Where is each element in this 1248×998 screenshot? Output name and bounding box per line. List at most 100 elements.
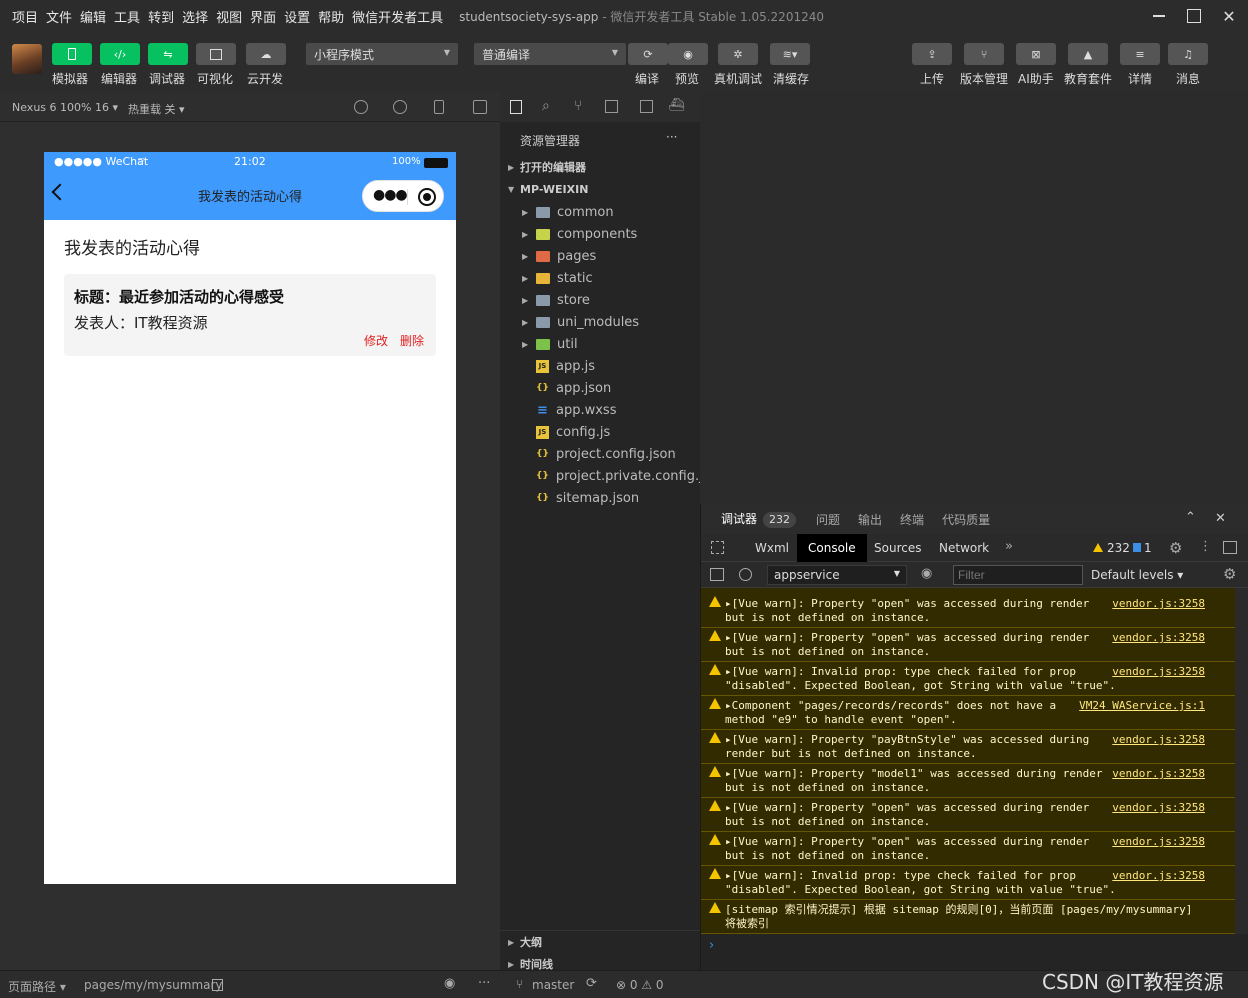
page-path-select[interactable]: 页面路径 ▾ [8,978,66,995]
console-log-row[interactable]: ▸Component "pages/records/records" does … [701,696,1235,730]
project-root-section[interactable]: ▼ MP-WEIXIN [500,178,700,200]
education-kit-button[interactable]: ▲ [1068,43,1108,65]
version-control-button[interactable]: ⑂ [964,43,1004,65]
hot-reload-select[interactable]: 热重载 关 ▾ [128,101,185,117]
console-settings-gear-icon[interactable]: ⚙ [1223,565,1236,583]
menu-item-settings[interactable]: 设置 [284,7,310,26]
tree-folder-components[interactable]: ▶ components [500,223,700,245]
console-scrollbar[interactable] [1235,588,1248,934]
simulator-toggle-button[interactable] [52,43,92,65]
edit-link[interactable]: 修改 [364,332,388,349]
details-button[interactable]: ≡ [1120,43,1160,65]
tab-debugger[interactable]: 调试器 232 [721,510,797,528]
summary-card[interactable]: 标题：最近参加活动的心得感受 发表人：IT教程资源 修改 删除 [64,274,436,356]
compile-button[interactable]: ⟳ [628,43,668,65]
more-panels-icon[interactable]: » [1005,539,1013,554]
menu-item-select[interactable]: 选择 [182,7,208,26]
menu-item-wechat-devtools[interactable]: 微信开发者工具 [352,7,443,26]
panel-tab-wxml[interactable]: Wxml [755,541,789,555]
tree-file-config-js[interactable]: JS config.js [500,421,700,443]
search-icon[interactable]: ⌕ [542,98,550,114]
popout-icon[interactable] [473,100,487,114]
debugger-toggle-button[interactable]: ⇋ [148,43,188,65]
tab-terminal[interactable]: 终端 [900,511,924,528]
warning-count[interactable]: 232 [1107,541,1130,555]
console-log-row[interactable]: ▸[Vue warn]: Property "open" was accesse… [701,832,1235,866]
device-select[interactable]: Nexus 6 100% 16 ▾ [12,101,118,114]
more-dots-icon[interactable]: ●●● [373,187,408,203]
tree-file-sitemap[interactable]: {} sitemap.json [500,487,700,509]
menu-item-goto[interactable]: 转到 [148,7,174,26]
tree-file-app-wxss[interactable]: ≡ app.wxss [500,399,700,421]
console-log-row[interactable]: ▸[Vue warn]: Invalid prop: type check fa… [701,866,1235,900]
panel-tab-console[interactable]: Console [797,534,867,562]
tree-file-app-js[interactable]: JS app.js [500,355,700,377]
tree-folder-uni-modules[interactable]: ▶ uni_modules [500,311,700,333]
log-source-link[interactable]: vendor.js:3258 [1112,631,1205,645]
tree-file-project-private-config[interactable]: {} project.private.config.js... [500,465,700,487]
log-source-link[interactable]: vendor.js:3258 [1112,767,1205,781]
log-source-link[interactable]: vendor.js:3258 [1112,733,1205,747]
mode-select[interactable]: 小程序模式 ▼ [306,43,458,65]
tab-problems[interactable]: 问题 [816,511,840,528]
log-source-link[interactable]: vendor.js:3258 [1112,597,1205,611]
log-levels-select[interactable]: Default levels ▾ [1091,568,1183,582]
menu-item-tools[interactable]: 工具 [114,7,140,26]
console-prompt[interactable]: › [701,934,1248,970]
menu-item-view[interactable]: 视图 [216,7,242,26]
editor-toggle-button[interactable]: ‹/› [100,43,140,65]
log-source-link[interactable]: vendor.js:3258 [1112,801,1205,815]
extensions-icon[interactable] [605,100,618,113]
explorer-more-button[interactable]: ··· [666,130,677,144]
context-select[interactable]: appservice ▼ [767,565,907,585]
menu-item-edit[interactable]: 编辑 [80,7,106,26]
cloud-dev-button[interactable]: ☁ [246,43,286,65]
tree-folder-pages[interactable]: ▶ pages [500,245,700,267]
tab-code-quality[interactable]: 代码质量 [942,511,990,528]
compile-mode-select[interactable]: 普通编译 ▼ [474,43,626,65]
maximize-button[interactable] [1177,0,1211,32]
collapse-panel-icon[interactable]: ⌃ [1185,510,1196,525]
stop-icon[interactable] [393,100,407,114]
messages-button[interactable]: ♫ [1168,43,1208,65]
tree-file-app-json[interactable]: {} app.json [500,377,700,399]
delete-link[interactable]: 删除 [400,332,424,349]
ai-assistant-button[interactable]: ⊠ [1016,43,1056,65]
files-icon[interactable] [510,100,522,114]
menu-item-file[interactable]: 文件 [46,7,72,26]
sidebar-toggle-icon[interactable] [710,568,724,581]
info-count[interactable]: 1 [1144,541,1152,555]
kebab-menu-icon[interactable]: ⋮ [1199,539,1212,554]
inspect-element-icon[interactable] [711,541,724,554]
dock-icon[interactable] [1223,541,1237,554]
visual-toggle-button[interactable] [196,43,236,65]
close-window-button[interactable]: ✕ [1212,0,1246,32]
back-arrow-icon[interactable] [51,183,69,201]
clear-cache-button[interactable]: ≋▾ [770,43,810,65]
open-editors-section[interactable]: ▶ 打开的编辑器 [500,156,700,178]
console-log-row[interactable]: [sitemap 索引情况提示] 根据 sitemap 的规则[0]，当前页面 … [701,900,1235,934]
log-source-link[interactable]: vendor.js:3258 [1112,665,1205,679]
panel-tab-network[interactable]: Network [939,541,989,555]
log-source-link[interactable]: vendor.js:3258 [1112,835,1205,849]
clear-console-icon[interactable] [739,568,752,581]
settings-gear-icon[interactable]: ⚙ [1169,539,1182,557]
minimize-button[interactable] [1142,0,1176,32]
console-filter-input[interactable] [953,565,1083,585]
tree-folder-common[interactable]: ▶ common [500,201,700,223]
menu-item-interface[interactable]: 界面 [250,7,276,26]
console-log-row[interactable]: ▸[Vue warn]: Property "payBtnStyle" was … [701,730,1235,764]
problems-summary[interactable]: ⊗ 0 ⚠ 0 [616,978,664,992]
console-log-row[interactable]: ▸[Vue warn]: Property "open" was accesse… [701,594,1235,628]
rotate-icon[interactable] [354,100,368,114]
tree-folder-store[interactable]: ▶ store [500,289,700,311]
live-expression-eye-icon[interactable]: ◉ [921,566,932,581]
tree-folder-static[interactable]: ▶ static [500,267,700,289]
close-panel-icon[interactable]: ✕ [1215,511,1226,526]
tree-folder-util[interactable]: ▶ util [500,333,700,355]
menu-item-help[interactable]: 帮助 [318,7,344,26]
source-control-icon[interactable]: ⑂ [574,98,582,114]
copy-icon[interactable] [212,979,223,991]
panel-tab-sources[interactable]: Sources [874,541,921,555]
console-log-row[interactable]: ▸[Vue warn]: Invalid prop: type check fa… [701,662,1235,696]
